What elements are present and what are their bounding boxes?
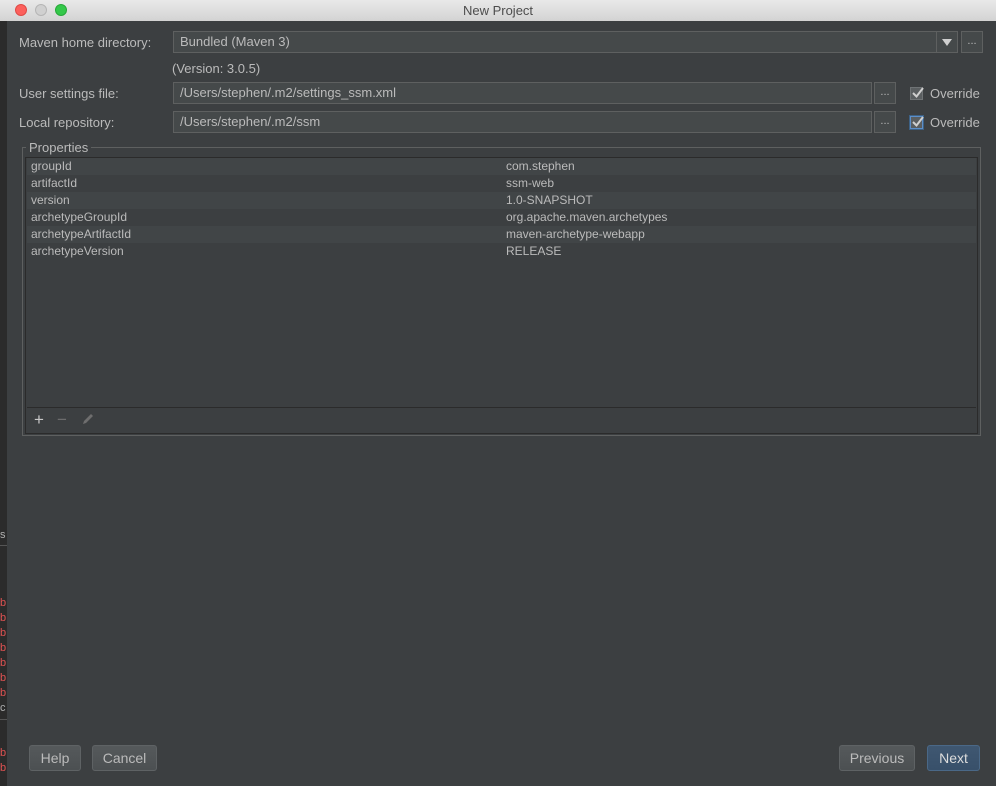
background-char: s (0, 529, 6, 541)
table-row[interactable]: archetypeVersion RELEASE (27, 243, 976, 260)
property-value: maven-archetype-webapp (506, 227, 645, 241)
repo-override-label[interactable]: Override (930, 115, 980, 130)
background-char: b (0, 762, 7, 774)
properties-table[interactable]: groupId com.stephen artifactId ssm-web v… (25, 157, 978, 434)
background-char: b (0, 672, 7, 684)
minus-icon: − (57, 410, 67, 429)
background-char: b (0, 627, 7, 639)
maven-home-combo[interactable]: Bundled (Maven 3) (173, 31, 937, 53)
checkmark-icon (912, 116, 924, 128)
local-repo-field[interactable]: /Users/stephen/.m2/ssm (173, 111, 872, 133)
local-repo-browse-button[interactable]: ... (874, 111, 896, 133)
table-row[interactable]: groupId com.stephen (27, 158, 976, 175)
property-value: com.stephen (506, 159, 575, 173)
table-toolbar-divider (27, 407, 976, 408)
user-settings-label: User settings file: (19, 86, 119, 101)
background-char: b (0, 597, 7, 609)
repo-override-checkbox[interactable] (910, 116, 924, 129)
table-row[interactable]: archetypeGroupId org.apache.maven.archet… (27, 209, 976, 226)
property-key: artifactId (31, 176, 78, 190)
next-button[interactable]: Next (927, 745, 980, 771)
title-bar: New Project (0, 0, 996, 22)
properties-title: Properties (26, 140, 92, 155)
background-char: b (0, 642, 7, 654)
background-char: b (0, 687, 7, 699)
pencil-icon (81, 412, 95, 429)
user-settings-field[interactable]: /Users/stephen/.m2/settings_ssm.xml (173, 82, 872, 104)
settings-override-checkbox[interactable] (910, 87, 924, 100)
window-title: New Project (462, 3, 534, 18)
property-key: archetypeVersion (31, 244, 124, 258)
background-char: b (0, 747, 7, 759)
maven-home-browse-button[interactable]: ... (961, 31, 983, 53)
new-project-dialog: Maven home directory: Bundled (Maven 3) … (7, 21, 996, 786)
maven-version-text: (Version: 3.0.5) (172, 61, 261, 76)
plus-icon[interactable]: + (34, 411, 44, 428)
help-button[interactable]: Help (29, 745, 81, 771)
user-settings-browse-button[interactable]: ... (874, 82, 896, 104)
chevron-down-icon (942, 39, 952, 46)
property-key: version (31, 193, 70, 207)
background-char: b (0, 657, 7, 669)
property-value: 1.0-SNAPSHOT (506, 193, 593, 207)
local-repo-label: Local repository: (19, 115, 115, 130)
settings-override-label[interactable]: Override (930, 86, 980, 101)
cancel-button[interactable]: Cancel (92, 745, 157, 771)
maven-home-dropdown-button[interactable] (936, 31, 958, 53)
property-value: org.apache.maven.archetypes (506, 210, 668, 224)
background-char: c (0, 702, 6, 714)
property-key: archetypeArtifactId (31, 227, 132, 241)
table-row[interactable]: version 1.0-SNAPSHOT (27, 192, 976, 209)
table-row[interactable]: archetypeArtifactId maven-archetype-weba… (27, 226, 976, 243)
checkmark-icon (912, 87, 924, 99)
previous-button[interactable]: Previous (839, 745, 915, 771)
property-key: groupId (31, 159, 72, 173)
property-value: ssm-web (506, 176, 555, 190)
maven-home-label: Maven home directory: (19, 35, 152, 50)
property-value: RELEASE (506, 244, 562, 258)
table-row[interactable]: artifactId ssm-web (27, 175, 976, 192)
background-editor-strip: s b b b b b b b c b b (0, 21, 7, 786)
property-key: archetypeGroupId (31, 210, 128, 224)
background-char: b (0, 612, 7, 624)
